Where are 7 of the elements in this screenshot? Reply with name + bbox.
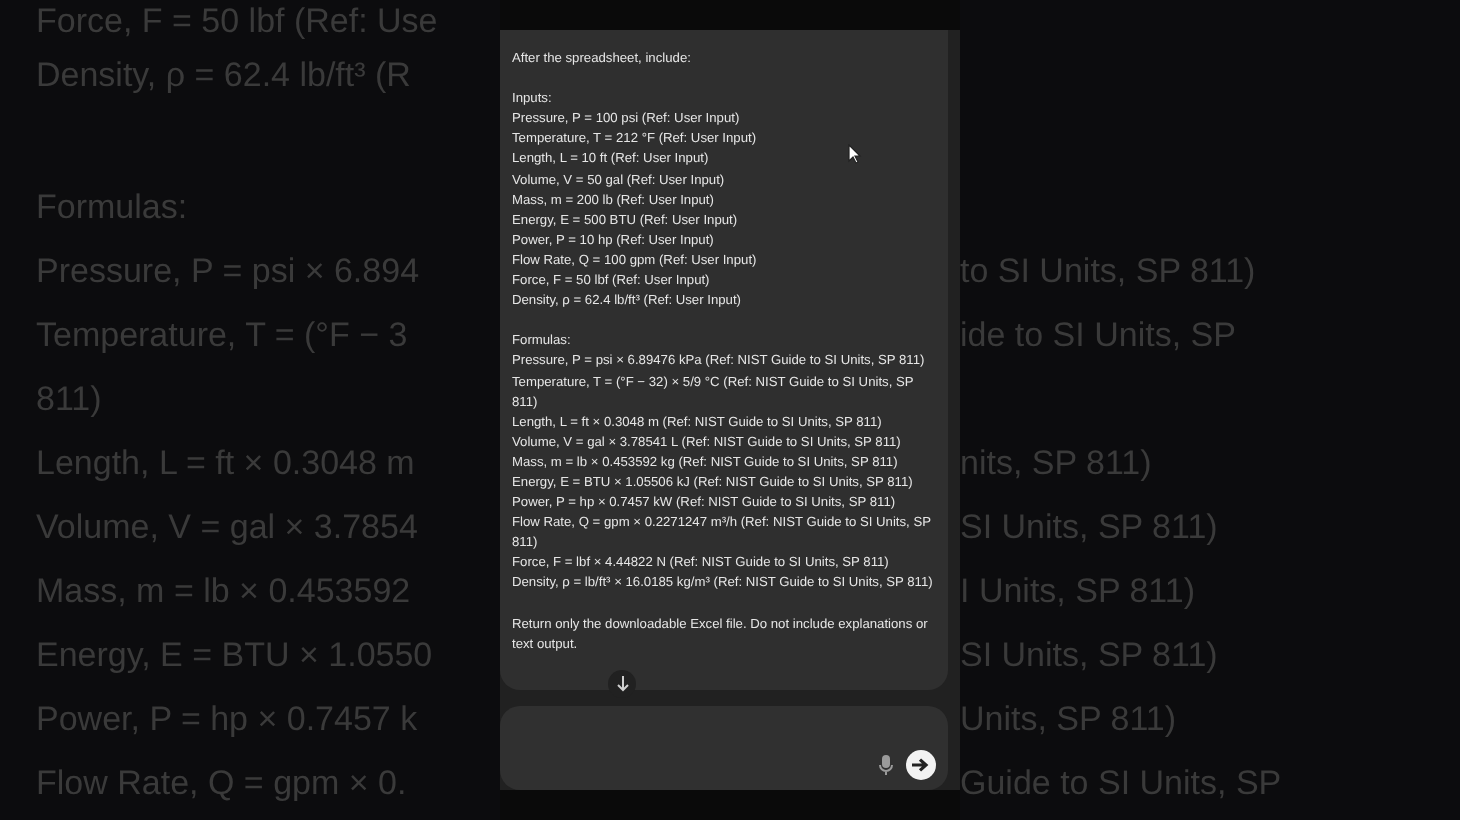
down-arrow-icon <box>615 676 629 692</box>
message-input[interactable] <box>500 706 948 790</box>
scroll-down-button[interactable] <box>608 670 636 698</box>
microphone-icon[interactable] <box>878 754 894 776</box>
cursor-icon <box>848 144 862 164</box>
arrow-icon <box>912 758 930 772</box>
send-button[interactable] <box>906 750 936 780</box>
